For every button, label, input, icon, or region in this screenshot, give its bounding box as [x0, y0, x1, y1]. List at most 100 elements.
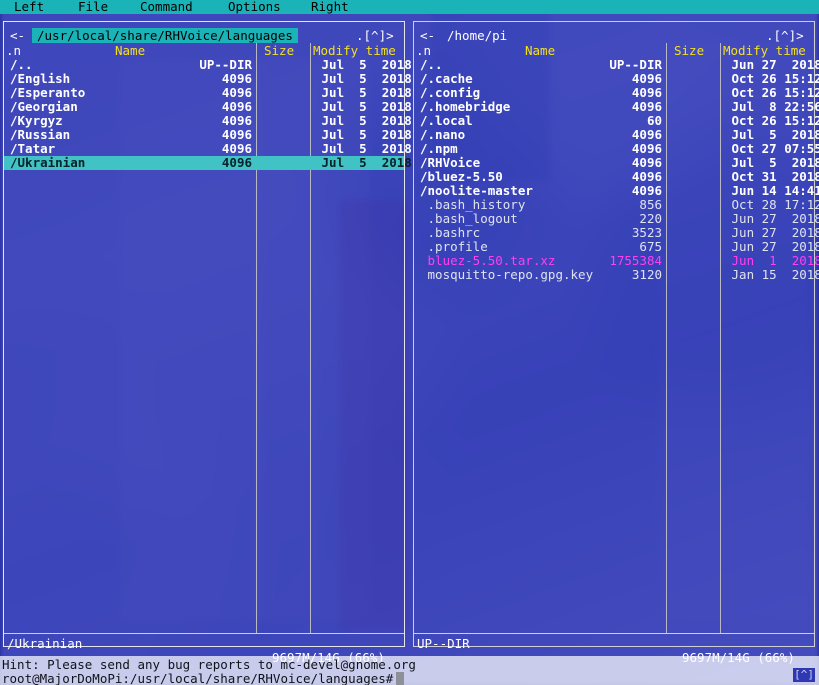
menu-item-left[interactable]: Left	[14, 0, 44, 14]
right-mini-status: UP--DIR	[417, 636, 470, 651]
hint-line: Hint: Please send any bug reports to mc-…	[2, 657, 416, 672]
file-modify-time: Oct 28 17:12	[724, 197, 819, 212]
file-size: 4096	[631, 85, 662, 100]
file-row[interactable]: /noolite-master 4096 Jun 14 14:41	[414, 184, 819, 198]
file-row[interactable]: /.npm 4096 Oct 27 07:55	[414, 141, 819, 156]
file-row[interactable]: /Georgian 4096 Jul 5 2018	[4, 99, 412, 114]
file-modify-time: Jul 5 2018	[314, 155, 412, 170]
file-row[interactable]: .bashrc 3523 Jun 27 2018	[414, 225, 819, 240]
file-row[interactable]: /English 4096 Jul 5 2018	[4, 71, 412, 86]
file-size: 4096	[631, 169, 662, 184]
file-size: 4096	[631, 141, 662, 156]
file-modify-time: Jul 5 2018	[724, 127, 819, 142]
menu-bar: Left File Command Options Right	[0, 0, 819, 14]
left-column-header-size[interactable]: Size	[264, 44, 294, 58]
file-name: /..	[420, 57, 443, 72]
right-filesystem-stat: 9697M/14G (66%)	[682, 650, 795, 665]
file-name: mosquitto-repo.gpg.key	[420, 267, 594, 282]
file-size: 4096	[221, 71, 252, 86]
file-size: 3120	[631, 267, 662, 282]
menu-item-file[interactable]: File	[78, 0, 108, 14]
left-sort-indicator[interactable]: .n	[6, 44, 21, 58]
file-size: 4096	[221, 127, 252, 142]
file-row[interactable]: /bluez-5.50 4096 Oct 31 2018	[414, 169, 819, 184]
file-row[interactable]: /.config 4096 Oct 26 15:12	[414, 85, 819, 100]
scroll-up-indicator[interactable]: [^]	[793, 668, 815, 682]
left-panel-corner-indicator[interactable]: .[^]>	[356, 28, 394, 43]
file-modify-time: Jul 8 22:56	[724, 99, 819, 114]
right-panel-corner-indicator[interactable]: .[^]>	[766, 28, 804, 43]
right-panel-path[interactable]: /home/pi	[442, 28, 512, 43]
file-size: 220	[639, 211, 662, 226]
file-row[interactable]: /.cache 4096 Oct 26 15:12	[414, 72, 819, 86]
file-row[interactable]: /Kyrgyz 4096 Jul 5 2018	[4, 113, 412, 128]
menu-item-right[interactable]: Right	[311, 0, 349, 14]
file-row[interactable]: .bash_logout 220 Jun 27 2018	[414, 211, 819, 226]
file-modify-time: Jul 5 2018	[314, 71, 412, 86]
file-row[interactable]: /.homebridge 4096 Jul 8 22:56	[414, 99, 819, 114]
file-size: 856	[639, 197, 662, 212]
file-row[interactable]: /.. UP--DIR Jul 5 2018	[4, 58, 412, 72]
file-row[interactable]: /Tatar 4096 Jul 5 2018	[4, 141, 412, 156]
file-modify-time: Oct 26 15:12	[724, 85, 819, 100]
right-panel-back-arrow-icon[interactable]: <-	[420, 28, 435, 43]
file-name: .bashrc	[420, 225, 481, 240]
file-modify-time: Jun 14 14:41	[724, 183, 819, 198]
file-name: /Esperanto	[10, 85, 86, 100]
shell-prompt[interactable]: root@MajorDoMoPi:/usr/local/share/RHVoic…	[2, 672, 393, 685]
file-name: /Georgian	[10, 99, 78, 114]
file-name: /RHVoice	[420, 155, 481, 170]
file-row[interactable]: /RHVoice 4096 Jul 5 2018	[414, 155, 819, 170]
file-modify-time: Jul 5 2018	[314, 57, 412, 72]
file-name: /bluez-5.50	[420, 169, 503, 184]
file-name: /Ukrainian	[10, 155, 86, 170]
file-row[interactable]: bluez-5.50.tar.xz 1755384 Jun 1 2018	[414, 253, 819, 268]
file-modify-time: Jul 5 2018	[724, 155, 819, 170]
file-name: .bash_logout	[420, 211, 518, 226]
file-row[interactable]: /Esperanto 4096 Jul 5 2018	[4, 85, 412, 100]
left-panel-back-arrow-icon[interactable]: <-	[10, 28, 25, 43]
right-column-header-size[interactable]: Size	[674, 44, 704, 58]
file-name: /.nano	[420, 127, 466, 142]
left-mini-divider	[4, 633, 404, 634]
file-modify-time: Oct 31 2018	[724, 169, 819, 184]
file-row[interactable]: .profile 675 Jun 27 2018	[414, 239, 819, 254]
left-panel-path[interactable]: /usr/local/share/RHVoice/languages	[32, 28, 298, 43]
left-column-header-time[interactable]: Modify time	[313, 44, 396, 58]
file-name: /English	[10, 71, 71, 86]
right-column-header-name[interactable]: Name	[525, 44, 555, 58]
right-panel[interactable]: <- /home/pi .[^]> .n Name Size Modify ti…	[410, 14, 819, 665]
terminal-screen: Left File Command Options Right <- /usr/…	[0, 0, 819, 685]
file-size: 4096	[221, 113, 252, 128]
file-name: /Russian	[10, 127, 71, 142]
right-column-header-time[interactable]: Modify time	[723, 44, 806, 58]
file-name: /.npm	[420, 141, 458, 156]
file-name: .bash_history	[420, 197, 526, 212]
file-name: .profile	[420, 239, 488, 254]
file-size: 4096	[631, 155, 662, 170]
file-size: 4096	[221, 155, 252, 170]
file-row[interactable]: /Russian 4096 Jul 5 2018	[4, 127, 412, 142]
menu-item-options[interactable]: Options	[228, 0, 281, 14]
text-cursor	[396, 672, 404, 685]
file-name: /.config	[420, 85, 481, 100]
file-row[interactable]: .bash_history 856 Oct 28 17:12	[414, 197, 819, 212]
file-modify-time: Jun 27 2018	[724, 225, 819, 240]
file-modify-time: Jul 5 2018	[314, 85, 412, 100]
file-modify-time: Jun 1 2018	[724, 253, 819, 268]
file-size: 4096	[631, 127, 662, 142]
menu-item-command[interactable]: Command	[140, 0, 193, 14]
file-size: 4096	[221, 85, 252, 100]
left-column-header-name[interactable]: Name	[115, 44, 145, 58]
file-row[interactable]: /Ukrainian 4096 Jul 5 2018	[4, 155, 412, 170]
file-size: 1755384	[609, 253, 662, 268]
file-modify-time: Oct 26 15:12	[724, 71, 819, 86]
right-sort-indicator[interactable]: .n	[416, 44, 431, 58]
file-row[interactable]: mosquitto-repo.gpg.key 3120 Jan 15 2018	[414, 267, 819, 282]
left-panel[interactable]: <- /usr/local/share/RHVoice/languages .[…	[0, 14, 412, 665]
file-row[interactable]: /.nano 4096 Jul 5 2018	[414, 127, 819, 142]
file-size: 4096	[221, 141, 252, 156]
file-size: 4096	[631, 99, 662, 114]
file-row[interactable]: /.. UP--DIR Jun 27 2018	[414, 57, 819, 72]
file-row[interactable]: /.local 60 Oct 26 15:12	[414, 114, 819, 128]
